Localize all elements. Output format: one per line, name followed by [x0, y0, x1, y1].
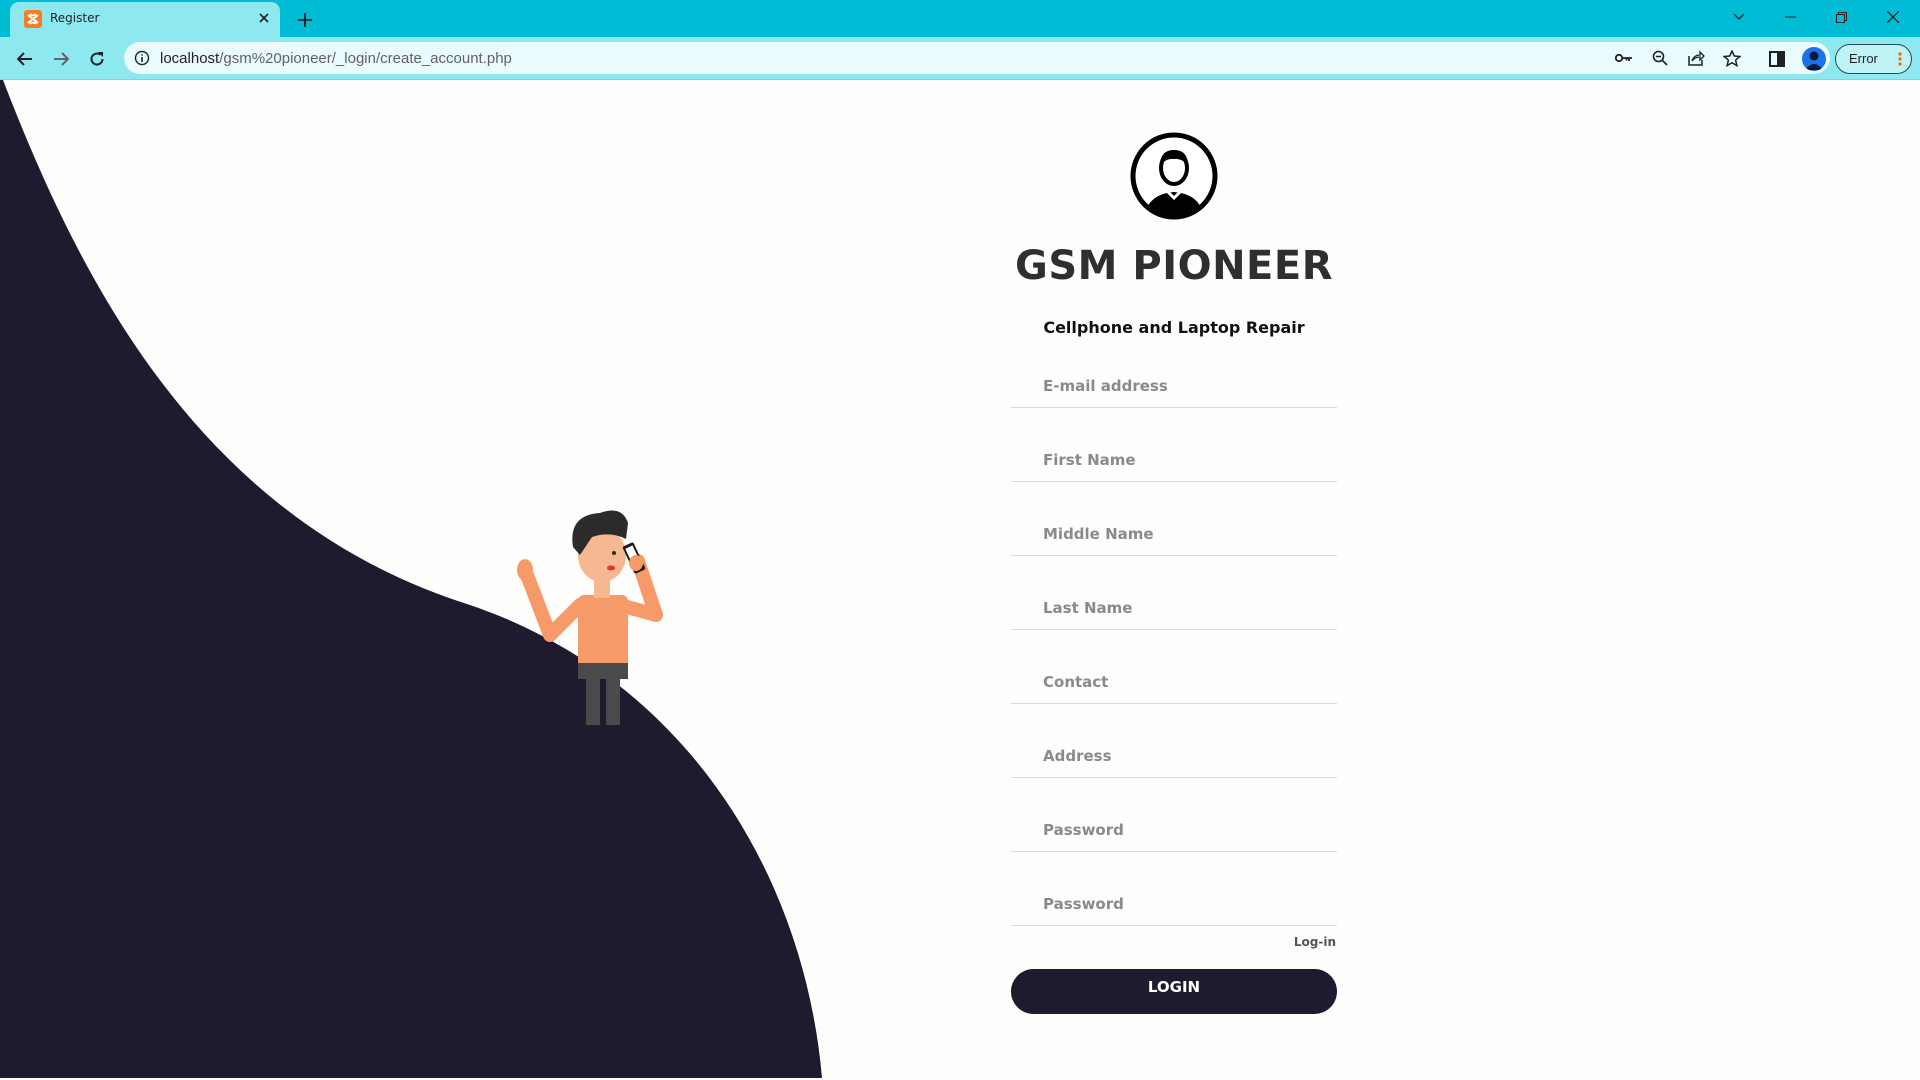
- browser-tab[interactable]: Register: [10, 2, 280, 37]
- tab-strip: Register: [0, 0, 1920, 37]
- address-field-wrapper: [1011, 734, 1337, 778]
- confirm-password-field-wrapper: [1011, 882, 1337, 926]
- bookmark-star-icon[interactable]: [1722, 48, 1742, 68]
- xampp-favicon-icon: [24, 10, 42, 28]
- side-panel-icon[interactable]: [1766, 48, 1788, 70]
- address-bar[interactable]: localhost/gsm%20pioneer/_login/create_ac…: [124, 42, 1830, 74]
- tab-title: Register: [50, 11, 100, 25]
- password-key-icon[interactable]: [1614, 48, 1634, 68]
- brand-title: GSM PIONEER: [1015, 243, 1333, 289]
- minimize-icon[interactable]: [1767, 3, 1813, 31]
- close-window-icon[interactable]: [1870, 3, 1916, 31]
- confirm-password-input[interactable]: [1011, 882, 1337, 925]
- password-field-wrapper: [1011, 808, 1337, 852]
- last-name-input[interactable]: [1011, 586, 1337, 629]
- share-icon[interactable]: [1686, 48, 1706, 68]
- close-tab-icon[interactable]: [252, 6, 276, 30]
- profile-error-label: Error: [1849, 51, 1878, 66]
- login-button[interactable]: LOGIN: [1011, 969, 1337, 1014]
- password-input[interactable]: [1011, 808, 1337, 851]
- middle-name-input[interactable]: [1011, 512, 1337, 555]
- user-avatar-logo-icon: [1130, 132, 1218, 220]
- dark-wave-background: [0, 80, 822, 1078]
- new-tab-icon[interactable]: [291, 6, 319, 34]
- browser-toolbar: localhost/gsm%20pioneer/_login/create_ac…: [0, 37, 1920, 80]
- brand-tagline: Cellphone and Laptop Repair: [1043, 318, 1305, 337]
- profile-avatar-icon[interactable]: [1802, 47, 1826, 71]
- first-name-input[interactable]: [1011, 438, 1337, 481]
- back-arrow-icon[interactable]: [10, 44, 40, 74]
- email-input[interactable]: [1011, 364, 1337, 407]
- contact-input[interactable]: [1011, 660, 1337, 703]
- first-name-field-wrapper: [1011, 438, 1337, 482]
- restore-icon[interactable]: [1818, 3, 1864, 31]
- tab-search-chevron-icon[interactable]: [1716, 3, 1762, 31]
- man-on-phone-illustration: [517, 510, 663, 725]
- contact-field-wrapper: [1011, 660, 1337, 704]
- register-page: [0, 80, 1903, 1078]
- site-info-icon[interactable]: [134, 50, 150, 66]
- menu-dots-icon[interactable]: [1898, 52, 1902, 66]
- last-name-field-wrapper: [1011, 586, 1337, 630]
- forward-arrow-icon[interactable]: [46, 44, 76, 74]
- zoom-icon[interactable]: [1650, 48, 1670, 68]
- middle-name-field-wrapper: [1011, 512, 1337, 556]
- login-link[interactable]: Log-in: [1260, 935, 1336, 949]
- profile-error-button[interactable]: Error: [1835, 44, 1912, 74]
- email-field-wrapper: [1011, 364, 1337, 408]
- reload-icon[interactable]: [82, 44, 112, 74]
- url-text[interactable]: localhost/gsm%20pioneer/_login/create_ac…: [160, 50, 512, 67]
- address-input[interactable]: [1011, 734, 1337, 777]
